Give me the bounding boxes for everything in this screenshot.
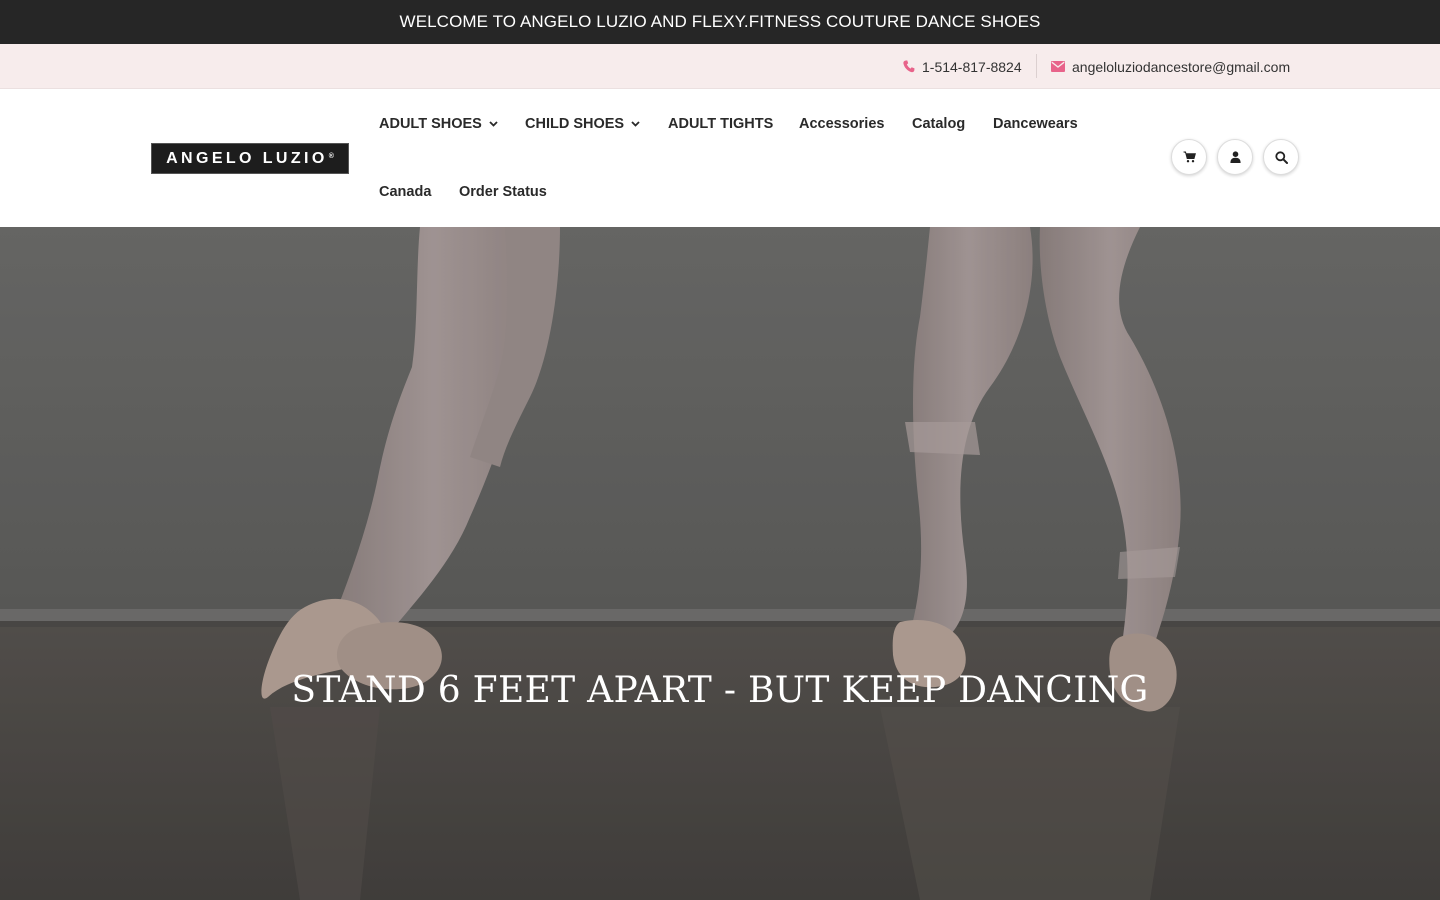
logo-mark: ®: [328, 153, 334, 160]
email-address: angeloluziodancestore@gmail.com: [1072, 58, 1291, 75]
nav-canada[interactable]: Canada: [379, 182, 431, 202]
nav-order-status[interactable]: Order Status: [459, 182, 547, 202]
user-icon: [1229, 151, 1241, 163]
logo-text: ANGELO LUZIO: [166, 149, 328, 167]
contact-divider: [1036, 54, 1037, 78]
site-logo[interactable]: ANGELO LUZIO ®: [151, 143, 349, 174]
search-icon: [1274, 150, 1288, 164]
phone-link[interactable]: 1-514-817-8824: [903, 44, 1022, 89]
email-link[interactable]: angeloluziodancestore@gmail.com: [1051, 44, 1290, 89]
announcement-text: WELCOME TO ANGELO LUZIO AND FLEXY.FITNES…: [399, 12, 1041, 31]
phone-number: 1-514-817-8824: [922, 58, 1022, 75]
chevron-down-icon: [631, 121, 640, 127]
hero-title: STAND 6 FEET APART - BUT KEEP DANCING: [291, 670, 1149, 711]
announcement-bar: WELCOME TO ANGELO LUZIO AND FLEXY.FITNES…: [0, 0, 1440, 44]
nav-child-shoes[interactable]: CHILD SHOES: [525, 114, 640, 134]
nav-dancewears-label: Dancewears: [993, 116, 1078, 132]
nav-adult-shoes-label: ADULT SHOES: [379, 116, 482, 132]
phone-icon: [903, 60, 915, 73]
search-button[interactable]: [1263, 139, 1299, 175]
nav-adult-tights-label: ADULT TIGHTS: [668, 116, 774, 132]
envelope-icon: [1051, 61, 1065, 72]
account-button[interactable]: [1217, 139, 1253, 175]
nav-canada-label: Canada: [379, 184, 432, 200]
nav-accessories-label: Accessories: [799, 116, 885, 132]
contact-bar: 1-514-817-8824 angeloluziodancestore@gma…: [0, 44, 1440, 89]
hero-image-dancers: [0, 227, 1440, 900]
nav-catalog[interactable]: Catalog: [912, 114, 965, 134]
cart-icon: [1183, 151, 1196, 163]
chevron-down-icon: [489, 121, 498, 127]
nav-dancewears[interactable]: Dancewears: [993, 114, 1078, 134]
nav-catalog-label: Catalog: [912, 116, 966, 132]
nav-accessories[interactable]: Accessories: [799, 114, 884, 134]
nav-order-status-label: Order Status: [459, 184, 547, 200]
nav-child-shoes-label: CHILD SHOES: [525, 116, 625, 132]
hero-banner: STAND 6 FEET APART - BUT KEEP DANCING: [0, 227, 1440, 900]
nav-adult-shoes[interactable]: ADULT SHOES: [379, 114, 498, 134]
cart-button[interactable]: [1171, 139, 1207, 175]
nav-adult-tights[interactable]: ADULT TIGHTS: [668, 114, 773, 134]
site-header: ANGELO LUZIO ® ADULT SHOES CHILD SHOES AD…: [0, 89, 1440, 227]
